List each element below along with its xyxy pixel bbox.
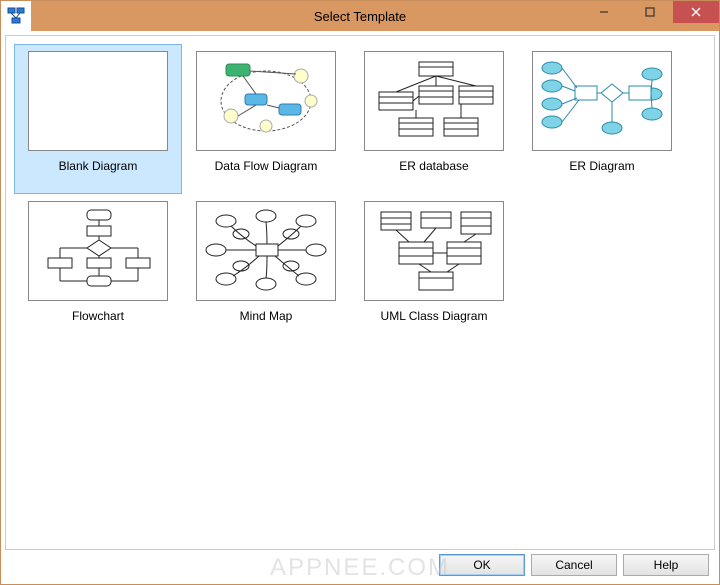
window-controls: [581, 1, 719, 31]
template-panel: Blank Diagram: [5, 35, 715, 550]
template-label: Flowchart: [72, 309, 124, 323]
cancel-button[interactable]: Cancel: [531, 554, 617, 576]
watermark: APPNEE.COM: [270, 554, 450, 582]
template-blank-diagram[interactable]: Blank Diagram: [14, 44, 182, 194]
template-grid: Blank Diagram: [14, 44, 706, 344]
template-flowchart[interactable]: Flowchart: [14, 194, 182, 344]
client-area: Blank Diagram: [1, 31, 719, 584]
titlebar[interactable]: Select Template: [1, 1, 719, 31]
template-label: Blank Diagram: [59, 159, 138, 173]
template-mind-map[interactable]: Mind Map: [182, 194, 350, 344]
template-er-diagram[interactable]: ER Diagram: [518, 44, 686, 194]
template-label: ER Diagram: [569, 159, 634, 173]
ok-button[interactable]: OK: [439, 554, 525, 576]
thumbnail-flowchart: [28, 201, 168, 301]
help-button[interactable]: Help: [623, 554, 709, 576]
minimize-button[interactable]: [581, 1, 627, 23]
thumbnail-mindmap: [196, 201, 336, 301]
maximize-button[interactable]: [627, 1, 673, 23]
app-icon: [1, 1, 31, 31]
template-label: ER database: [399, 159, 468, 173]
thumbnail-er: [532, 51, 672, 151]
template-label: Mind Map: [240, 309, 293, 323]
template-label: Data Flow Diagram: [215, 159, 318, 173]
thumbnail-erdb: [364, 51, 504, 151]
select-template-window: Select Template Blank Diagram: [0, 0, 720, 585]
button-bar: APPNEE.COM OK Cancel Help: [1, 550, 719, 584]
thumbnail-blank: [28, 51, 168, 151]
template-uml-class-diagram[interactable]: UML Class Diagram: [350, 194, 518, 344]
close-button[interactable]: [673, 1, 719, 23]
template-data-flow-diagram[interactable]: Data Flow Diagram: [182, 44, 350, 194]
template-er-database[interactable]: ER database: [350, 44, 518, 194]
thumbnail-dfd: [196, 51, 336, 151]
template-label: UML Class Diagram: [381, 309, 488, 323]
thumbnail-uml: [364, 201, 504, 301]
